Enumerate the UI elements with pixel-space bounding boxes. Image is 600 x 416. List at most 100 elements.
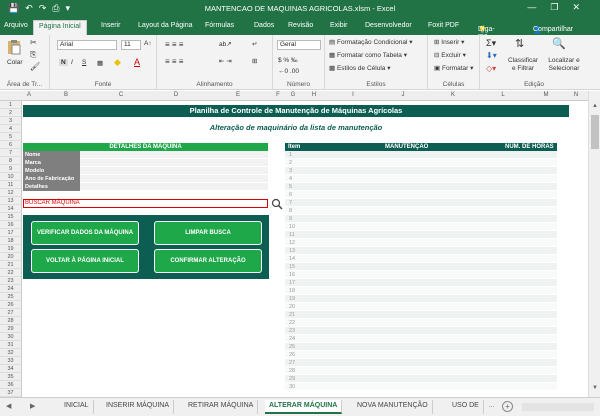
- row-header[interactable]: 25: [0, 293, 21, 301]
- row-header[interactable]: 13: [0, 197, 21, 205]
- table-row[interactable]: 5: [285, 183, 557, 191]
- sheet-tab-inserir[interactable]: INSERIR MÁQUINA: [102, 400, 175, 414]
- table-row[interactable]: 23: [285, 327, 557, 335]
- table-row[interactable]: 19: [285, 295, 557, 303]
- row-header[interactable]: 22: [0, 269, 21, 277]
- row-header[interactable]: 3: [0, 117, 21, 125]
- table-row[interactable]: 10: [285, 223, 557, 231]
- row-header[interactable]: 21: [0, 261, 21, 269]
- table-row[interactable]: 27: [285, 359, 557, 367]
- tab-inserir[interactable]: Inserir: [101, 22, 120, 29]
- tab-revisao[interactable]: Revisão: [288, 22, 313, 29]
- delete-cells-button[interactable]: ⊟ Excluir ▾: [434, 51, 466, 59]
- search-machine-input[interactable]: BUSCAR MÁQUINA: [23, 199, 268, 208]
- clear-icon[interactable]: ◇▾: [486, 64, 496, 73]
- fill-icon[interactable]: ⬇▾: [486, 51, 497, 60]
- table-row[interactable]: 26: [285, 351, 557, 359]
- table-row[interactable]: 24: [285, 335, 557, 343]
- row-header[interactable]: 37: [0, 389, 21, 397]
- restore-button[interactable]: ❐: [550, 2, 572, 12]
- field-value-ano[interactable]: [80, 175, 268, 183]
- back-home-button[interactable]: VOLTAR À PÁGINA INICIAL: [31, 249, 139, 273]
- column-header-j[interactable]: J: [378, 92, 428, 98]
- paste-icon[interactable]: [6, 39, 22, 55]
- align-left-icon[interactable]: ≡ ≡ ≡: [165, 57, 183, 66]
- row-header[interactable]: 35: [0, 373, 21, 381]
- row-header[interactable]: 27: [0, 309, 21, 317]
- sheet-tab-inicial[interactable]: INICIAL: [60, 400, 94, 414]
- column-header-m[interactable]: M: [528, 92, 564, 98]
- tab-pagina-inicial[interactable]: Página Inicial: [33, 20, 87, 35]
- row-header[interactable]: 12: [0, 189, 21, 197]
- column-header-a[interactable]: A: [22, 92, 36, 98]
- row-header[interactable]: 17: [0, 229, 21, 237]
- horizontal-scrollbar[interactable]: [522, 403, 594, 411]
- table-row[interactable]: 22: [285, 319, 557, 327]
- font-color-icon[interactable]: A: [134, 57, 140, 67]
- table-row[interactable]: 3: [285, 167, 557, 175]
- sort-filter-icon[interactable]: ⇅: [515, 37, 524, 50]
- field-value-marca[interactable]: [80, 159, 268, 167]
- row-header[interactable]: 18: [0, 237, 21, 245]
- table-row[interactable]: 17: [285, 279, 557, 287]
- row-header[interactable]: 19: [0, 245, 21, 253]
- underline-button[interactable]: S: [82, 59, 86, 66]
- row-header[interactable]: 36: [0, 381, 21, 389]
- column-header-d[interactable]: D: [146, 92, 206, 98]
- sheet-tab-uso[interactable]: USO DE: [448, 400, 484, 414]
- format-painter-icon[interactable]: 🖌: [30, 62, 40, 71]
- confirm-change-button[interactable]: CONFIRMAR ALTERAÇÃO: [154, 249, 262, 273]
- table-row[interactable]: 18: [285, 287, 557, 295]
- tab-desenvolvedor[interactable]: Desenvolvedor: [365, 22, 412, 29]
- increase-font-icon[interactable]: A↑: [144, 40, 152, 47]
- row-header[interactable]: 34: [0, 365, 21, 373]
- column-header-g[interactable]: G: [286, 92, 300, 98]
- column-header-k[interactable]: K: [428, 92, 478, 98]
- number-format-select[interactable]: Geral: [277, 40, 321, 50]
- table-row[interactable]: 7: [285, 199, 557, 207]
- row-header[interactable]: 5: [0, 133, 21, 141]
- tab-formulas[interactable]: Fórmulas: [205, 22, 234, 29]
- add-sheet-icon[interactable]: +: [502, 401, 513, 412]
- decimal-icon[interactable]: ←0 .00: [278, 68, 299, 75]
- tab-arquivo[interactable]: Arquivo: [4, 22, 28, 29]
- merge-icon[interactable]: ⊞: [252, 57, 257, 65]
- column-header-f[interactable]: F: [270, 92, 286, 98]
- row-header[interactable]: 10: [0, 173, 21, 181]
- table-row[interactable]: 30: [285, 383, 557, 391]
- row-header[interactable]: 8: [0, 157, 21, 165]
- italic-button[interactable]: I: [71, 59, 73, 66]
- align-top-icon[interactable]: ≡ ≡ ≡: [165, 40, 183, 49]
- insert-cells-button[interactable]: ⊞ Inserir ▾: [434, 38, 464, 46]
- worksheet-grid[interactable]: Planilha de Controle de Manutenção de Má…: [22, 101, 588, 397]
- fill-color-icon[interactable]: ◆: [114, 57, 121, 68]
- row-header[interactable]: 2: [0, 109, 21, 117]
- cut-icon[interactable]: ✂: [30, 38, 37, 47]
- sheet-tab-nova-manutencao[interactable]: NOVA MANUTENÇÃO: [353, 400, 433, 414]
- format-cells-button[interactable]: ▣ Formatar ▾: [434, 64, 473, 72]
- table-row[interactable]: 4: [285, 175, 557, 183]
- column-header-c[interactable]: C: [96, 92, 146, 98]
- format-table-button[interactable]: ▦ Formatar como Tabela ▾: [329, 51, 407, 59]
- row-header[interactable]: 4: [0, 125, 21, 133]
- prev-sheet-icon[interactable]: ◀: [6, 402, 11, 410]
- table-row[interactable]: 6: [285, 191, 557, 199]
- table-row[interactable]: 1: [285, 151, 557, 159]
- table-row[interactable]: 29: [285, 375, 557, 383]
- more-sheets-icon[interactable]: …: [488, 402, 495, 409]
- row-header[interactable]: 20: [0, 253, 21, 261]
- row-header[interactable]: 29: [0, 325, 21, 333]
- indent-icon[interactable]: ⇤ ⇥: [219, 57, 232, 65]
- row-header[interactable]: 30: [0, 333, 21, 341]
- table-row[interactable]: 28: [285, 367, 557, 375]
- scroll-down-icon[interactable]: ▼: [592, 385, 598, 391]
- field-value-nome[interactable]: [80, 151, 268, 159]
- table-row[interactable]: 8: [285, 207, 557, 215]
- row-header[interactable]: 7: [0, 149, 21, 157]
- borders-icon[interactable]: ▦: [97, 59, 103, 67]
- row-header[interactable]: 1: [0, 101, 21, 109]
- sheet-tab-retirar[interactable]: RETIRAR MÁQUINA: [184, 400, 259, 414]
- conditional-format-button[interactable]: ▤ Formatação Condicional ▾: [329, 38, 413, 46]
- close-button[interactable]: ✕: [572, 2, 594, 12]
- find-select-button[interactable]: Localizar e Selecionar: [542, 57, 586, 73]
